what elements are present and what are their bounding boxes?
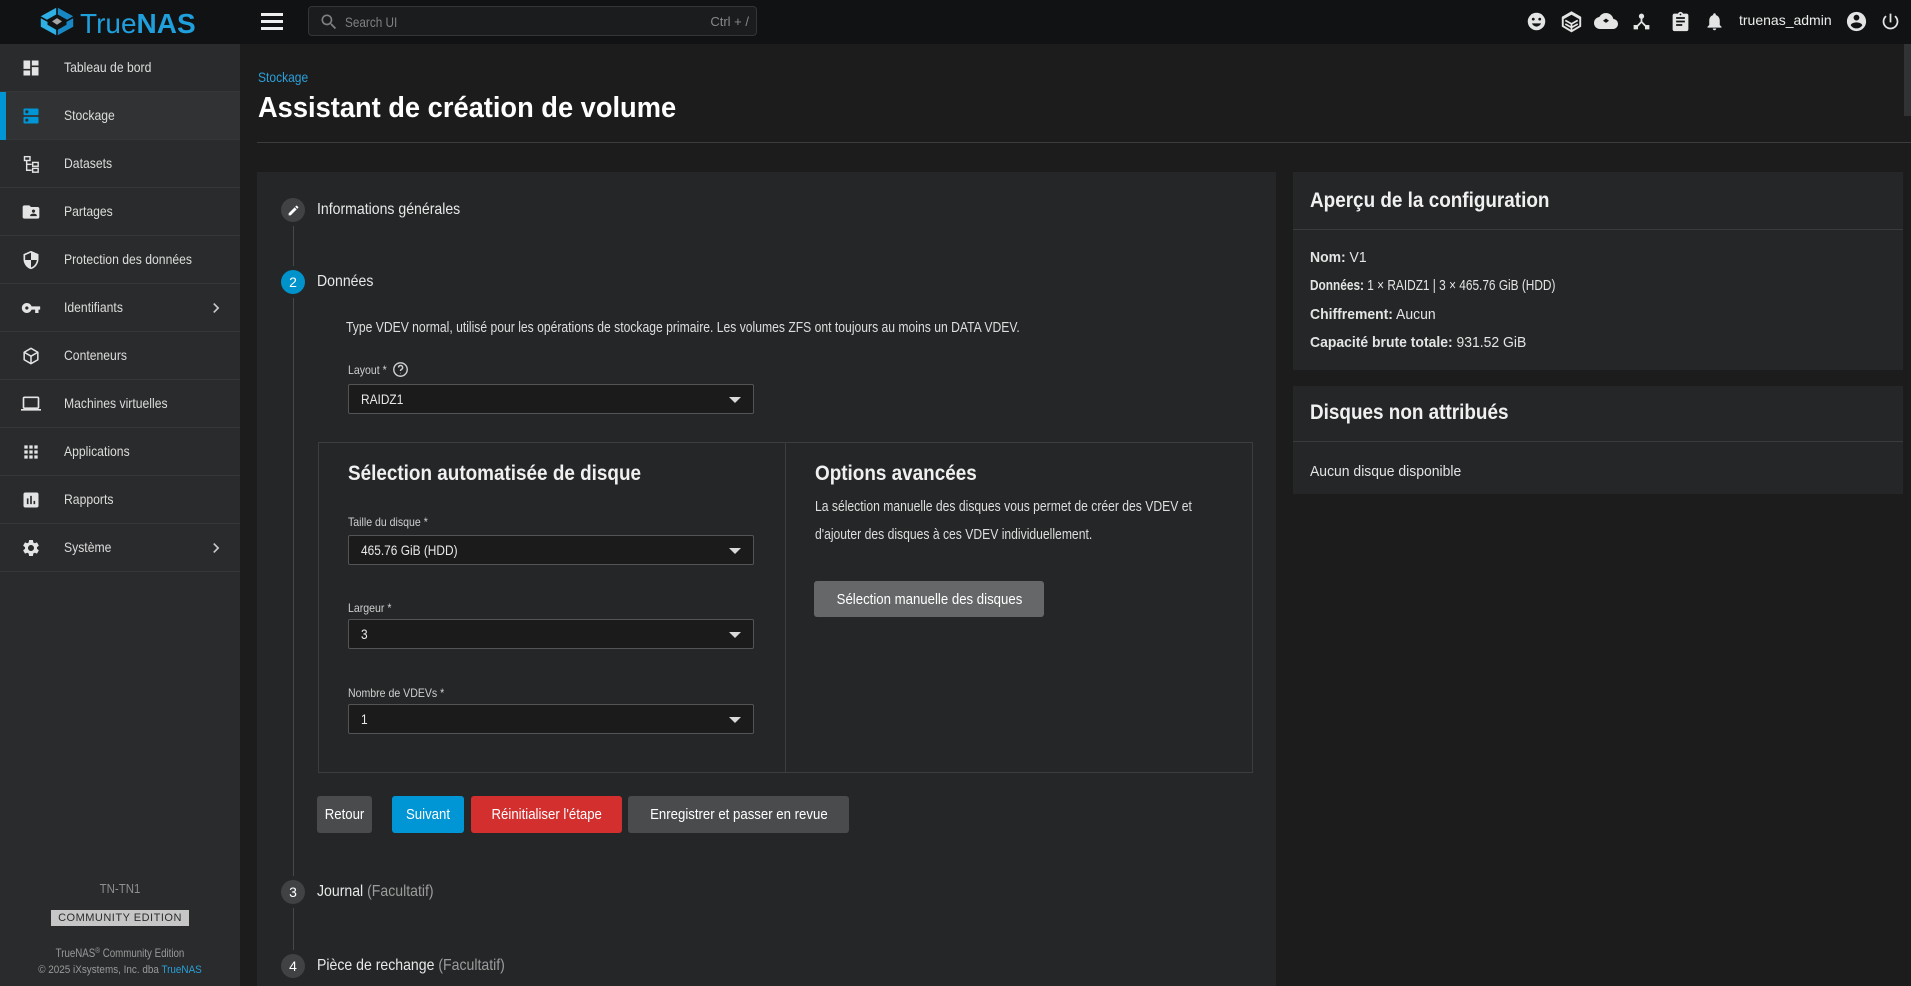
svg-text:TrueNAS: TrueNAS [80,8,196,39]
